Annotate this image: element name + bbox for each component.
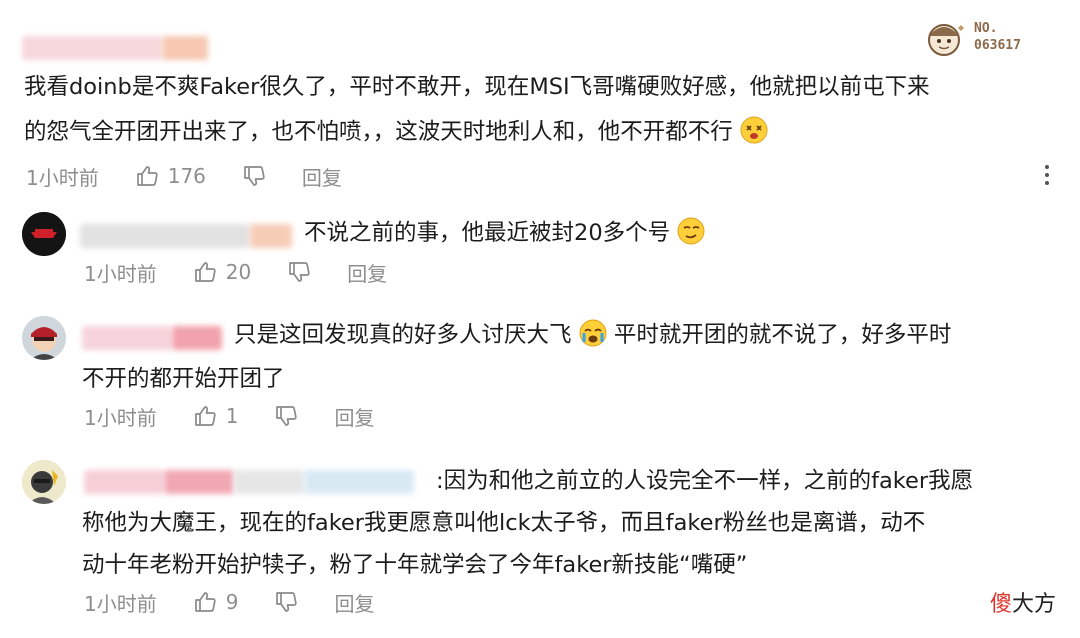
comment-time: 1小时前 <box>84 261 157 286</box>
comment-text-line: 我看doinb是不爽Faker很久了，平时不敢开，现在MSI飞哥嘴硬败好感，他就… <box>24 74 930 100</box>
like-count: 9 <box>225 590 239 614</box>
username-blurred <box>172 326 222 350</box>
dizzy-face-icon <box>740 116 768 144</box>
like-button[interactable]: 1 <box>193 404 239 428</box>
thumbs-down-icon <box>244 166 265 186</box>
dislike-button[interactable] <box>242 164 266 188</box>
comment-time: 1小时前 <box>84 405 157 430</box>
watermark-red: 傻 <box>990 592 1013 617</box>
badge-number: NO. 063617 <box>974 21 1021 53</box>
username-blurred <box>164 470 234 494</box>
comment-time: 1小时前 <box>26 165 99 190</box>
reply-button[interactable]: 回复 <box>334 588 374 617</box>
dislike-button[interactable] <box>287 260 311 284</box>
watermark: 傻大方 <box>990 586 1056 618</box>
thumbs-up-icon <box>194 592 216 612</box>
comment-text-line: 动十年老粉开始护犊子，粉了十年就学会了今年faker新技能“嘴硬” <box>82 552 748 578</box>
avatar[interactable] <box>22 460 66 504</box>
username-blurred <box>22 36 162 60</box>
thumbs-up-icon <box>194 262 216 282</box>
comment-time: 1小时前 <box>84 591 157 616</box>
username-blurred <box>234 470 304 494</box>
like-count: 20 <box>225 260 252 284</box>
dislike-button[interactable] <box>274 590 298 614</box>
like-count: 1 <box>225 404 239 428</box>
like-button[interactable]: 20 <box>193 260 251 284</box>
comment-meta: 1小时前 1 回复 <box>84 402 374 430</box>
thumbs-up-icon <box>136 166 158 186</box>
comment-meta: 1小时前 20 回复 <box>84 258 387 286</box>
crying-face-icon <box>579 319 607 347</box>
mascot-icon <box>928 24 964 56</box>
more-options-icon[interactable] <box>1040 162 1054 188</box>
smirk-face-icon <box>677 217 705 245</box>
comment-text-line: :因为和他之前立的人设完全不一样，之前的faker我愿 <box>436 468 974 494</box>
avatar-logo-icon <box>22 212 66 256</box>
like-button[interactable]: 9 <box>193 590 239 614</box>
comment-text-line: 不开的都开始开团了 <box>82 366 285 392</box>
thumbs-down-icon <box>289 262 310 282</box>
thumbs-down-icon <box>276 592 298 612</box>
username-blurred <box>80 224 250 248</box>
reply-button[interactable]: 回复 <box>302 162 342 191</box>
comment-text-line: 只是这回发现真的好多人讨厌大飞 平时就开团的就不说了，好多平时 <box>234 316 951 354</box>
like-button[interactable]: 176 <box>135 164 206 188</box>
reply-button[interactable]: 回复 <box>347 258 387 287</box>
like-count: 176 <box>167 164 206 188</box>
dislike-button[interactable] <box>274 404 298 428</box>
thumbs-up-icon <box>194 406 216 426</box>
watermark-black: 大方 <box>1012 592 1057 617</box>
comment-meta: 1小时前 176 回复 <box>26 162 342 190</box>
username-blurred <box>162 36 208 60</box>
comment-text-line: 不说之前的事，他最近被封20多个号 <box>304 214 705 252</box>
comment-meta: 1小时前 9 回复 <box>84 588 374 616</box>
username-blurred <box>250 224 292 248</box>
comment-text-line: 称他为大魔王，现在的faker我更愿意叫他lck太子爷，而且faker粉丝也是离… <box>82 510 926 536</box>
username-blurred <box>84 470 164 494</box>
avatar[interactable] <box>22 316 66 360</box>
username-blurred <box>304 470 414 494</box>
avatar[interactable] <box>22 212 66 256</box>
thumbs-down-icon <box>276 406 298 426</box>
comment-text-line: 的怨气全开团开出来了，也不怕喷，，这波天时地利人和，他不开都不行 <box>24 113 768 151</box>
avatar-character-icon <box>22 316 66 360</box>
badge: NO. 063617 <box>918 14 1058 64</box>
username-blurred <box>82 326 172 350</box>
avatar-character-icon <box>22 460 66 504</box>
reply-button[interactable]: 回复 <box>334 402 374 431</box>
